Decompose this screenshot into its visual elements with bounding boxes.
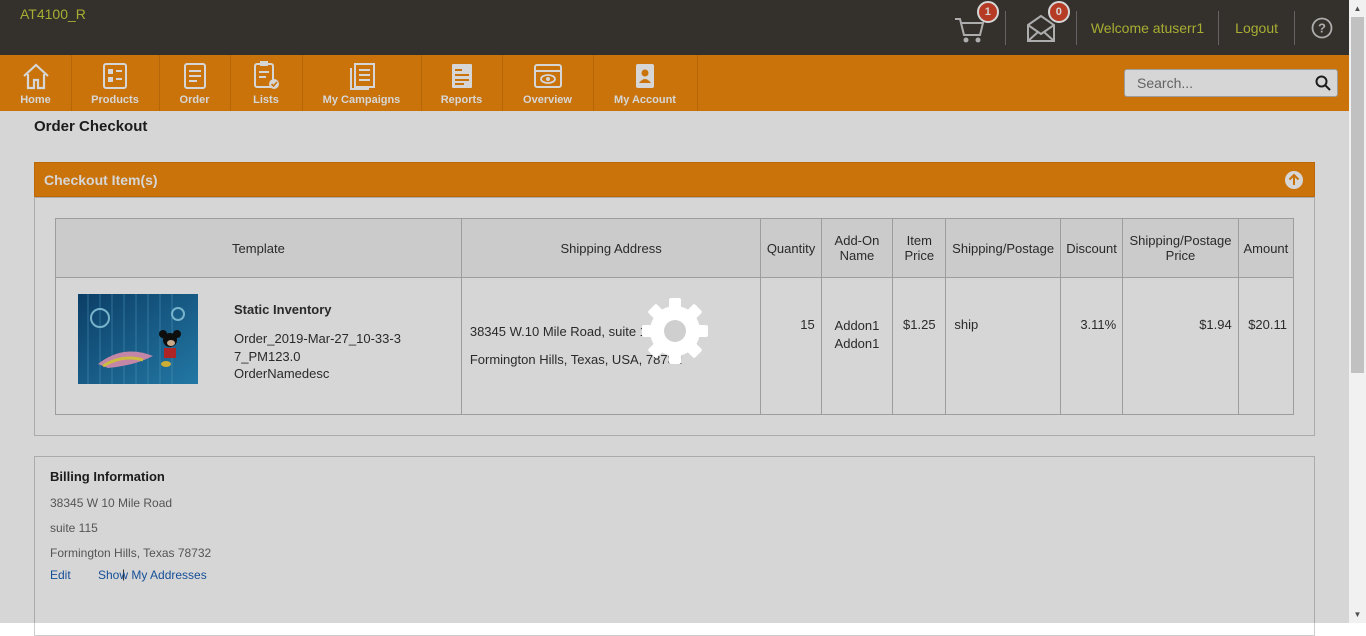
scroll-thumb[interactable] — [1351, 17, 1364, 373]
scroll-up-arrow-icon[interactable]: ▲ — [1349, 0, 1366, 17]
vertical-scrollbar[interactable]: ▲ ▼ — [1349, 0, 1366, 623]
loading-gear-icon — [642, 298, 708, 364]
scroll-down-arrow-icon[interactable]: ▼ — [1349, 606, 1366, 623]
